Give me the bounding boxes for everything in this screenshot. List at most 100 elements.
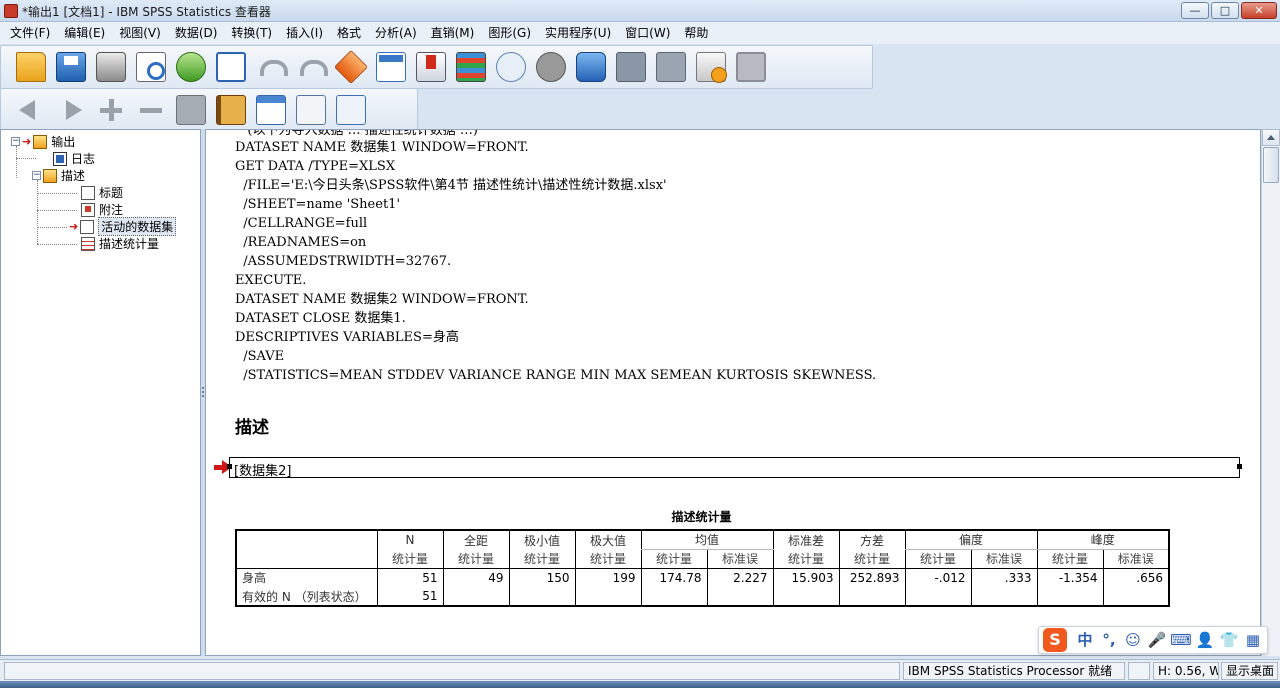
ime-chinese-mode[interactable]: 中 (1073, 628, 1097, 652)
chart-builder-button[interactable] (451, 48, 491, 86)
tree-connector (16, 158, 36, 159)
output-heading: 描述 (235, 418, 269, 438)
tree-node-active-dataset[interactable]: ➜ 活动的数据集 (69, 217, 177, 236)
redo-button[interactable] (291, 48, 331, 86)
collapse-toggle-icon[interactable]: − (32, 171, 41, 180)
subheader: 统计量 (442, 549, 509, 569)
status-message (4, 662, 900, 680)
table-cell (970, 587, 1037, 607)
menu-file[interactable]: 文件(F) (3, 22, 57, 44)
save-button[interactable] (51, 48, 91, 86)
maximize-button[interactable]: □ (1211, 2, 1239, 19)
print-button[interactable] (91, 48, 131, 86)
export-button[interactable] (171, 48, 211, 86)
forward-button[interactable] (51, 91, 91, 129)
dataset-text-item[interactable]: [数据集2] (227, 457, 1242, 479)
open-button[interactable] (11, 48, 51, 86)
tree-node-log[interactable]: 日志 (53, 150, 95, 167)
menu-transform[interactable]: 转换(T) (224, 22, 279, 44)
menu-help[interactable]: 帮助 (677, 22, 715, 44)
title-doc-icon (81, 185, 95, 200)
sogou-logo-icon[interactable]: S (1043, 628, 1067, 652)
insert-cases-button[interactable] (411, 48, 451, 86)
scroll-up-icon[interactable] (1262, 129, 1280, 146)
book-button[interactable] (211, 91, 251, 129)
select-cases-button[interactable] (531, 48, 571, 86)
title-bar: *输出1 [文档1] - IBM SPSS Statistics 查看器 — □… (0, 0, 1280, 22)
ime-user-icon[interactable]: 👤 (1193, 628, 1217, 652)
back-button[interactable] (11, 91, 51, 129)
selection-handle[interactable] (1237, 464, 1242, 469)
run-script-icon (696, 52, 727, 83)
pivot-button[interactable] (251, 91, 291, 129)
menu-format[interactable]: 格式 (330, 22, 368, 44)
undo-button[interactable] (251, 48, 291, 86)
copy-button[interactable] (291, 91, 331, 129)
print-icon (96, 52, 126, 82)
ime-skin-icon[interactable]: 👕 (1217, 628, 1241, 652)
goto-variable-button[interactable] (371, 48, 411, 86)
ime-toolbox-icon[interactable]: ▦ (1241, 628, 1265, 652)
use-sets-button[interactable] (611, 48, 651, 86)
vertical-scrollbar[interactable] (1261, 129, 1280, 656)
menu-insert[interactable]: 插入(I) (279, 22, 330, 44)
ime-punctuation-icon[interactable]: °, (1097, 628, 1121, 652)
table-cell (904, 587, 971, 607)
run-script-button[interactable] (691, 48, 731, 86)
goto-case-button[interactable] (331, 48, 371, 86)
gray-panel-icon (736, 52, 766, 82)
value-labels-button[interactable] (571, 48, 611, 86)
tree-node-title[interactable]: 标题 (81, 184, 123, 201)
output-document[interactable]: (以下为导入数据 … 描述性统计数据 …) DATASET NAME 数据集1 … (205, 129, 1261, 656)
status-bar: IBM SPSS Statistics Processor 就绪 H: 0.56… (0, 659, 1280, 681)
descriptive-stats-table[interactable]: N 全距 极小值 极大值 均值 标准差 方差 偏度 峰度 统计量 统计量 统计量… (235, 529, 1170, 607)
collapse-toggle-icon[interactable]: − (11, 137, 20, 146)
scroll-thumb[interactable] (1263, 147, 1279, 183)
red-arrow-icon: ➜ (22, 135, 32, 148)
ime-voice-icon[interactable]: 🎤 (1145, 628, 1169, 652)
subheader: 统计量 (838, 549, 905, 569)
print-preview-button[interactable] (131, 48, 171, 86)
hide-button[interactable] (171, 91, 211, 129)
menu-window[interactable]: 窗口(W) (618, 22, 677, 44)
minimize-button[interactable]: — (1181, 2, 1209, 19)
tree-node-desc-stats[interactable]: 描述统计量 (81, 235, 159, 252)
menu-graphs[interactable]: 图形(G) (481, 22, 538, 44)
dataset-doc-icon (80, 219, 95, 234)
menu-data[interactable]: 数据(D) (168, 22, 225, 44)
table-cell (1102, 587, 1170, 607)
expand-button[interactable] (91, 91, 131, 129)
table-cell (706, 587, 773, 607)
weight-cases-button[interactable] (491, 48, 531, 86)
show-desktop-button[interactable]: 显示桌面 (1221, 662, 1278, 680)
menu-view[interactable]: 视图(V) (112, 22, 168, 44)
recall-dialog-button[interactable] (211, 48, 251, 86)
ime-keyboard-icon[interactable]: ⌨ (1169, 628, 1193, 652)
descriptives-book-icon (43, 168, 57, 183)
menu-direct-marketing[interactable]: 直销(M) (424, 22, 482, 44)
syntax-line: /READNAMES=on (235, 235, 367, 250)
tree-node-descriptives[interactable]: − 描述 (32, 167, 85, 184)
subheader: 统计量 (574, 549, 641, 569)
selection-handle[interactable] (227, 464, 232, 469)
swap-button[interactable] (331, 91, 371, 129)
ime-emoji-icon[interactable]: ☺ (1121, 628, 1145, 652)
menu-utilities[interactable]: 实用程序(U) (538, 22, 618, 44)
ime-toolbar[interactable]: S 中 °, ☺ 🎤 ⌨ 👤 👕 ▦ (1038, 626, 1268, 654)
close-button[interactable]: ✕ (1241, 2, 1277, 19)
tree-label: 描述 (61, 169, 86, 183)
menu-edit[interactable]: 编辑(E) (57, 22, 112, 44)
outline-pane[interactable]: − ➜ 输出 日志 − 描述 标题 附注 ➜ 活动的数据集 描述统计量 (0, 129, 201, 656)
insert-cases-icon (416, 52, 446, 82)
table-cell (640, 587, 707, 607)
gray-panel-button[interactable] (731, 48, 771, 86)
menu-analyze[interactable]: 分析(A) (368, 22, 424, 44)
tree-node-output[interactable]: − ➜ 输出 (11, 133, 75, 150)
designate-window-button[interactable] (651, 48, 691, 86)
spss-app-icon[interactable] (4, 4, 18, 18)
table-cell: 51 (376, 587, 443, 607)
collapse-button[interactable] (131, 91, 171, 129)
book-icon (216, 95, 246, 125)
column-header: 全距 (442, 529, 509, 549)
tree-node-notes[interactable]: 附注 (81, 201, 123, 218)
